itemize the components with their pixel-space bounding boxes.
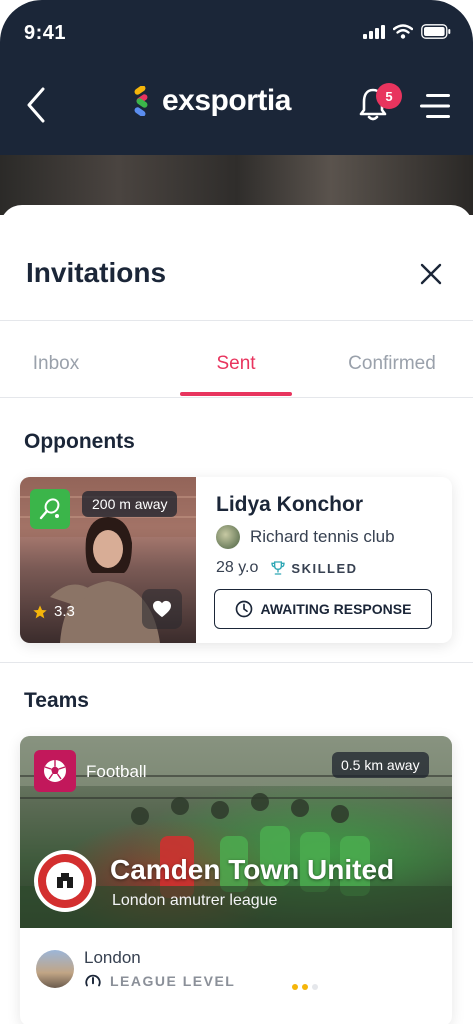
teams-heading: Teams (24, 689, 89, 712)
league-level-label: LEAGUE LEVEL (110, 973, 236, 989)
back-button[interactable] (18, 84, 54, 126)
league-level: LEAGUE LEVEL (84, 972, 235, 990)
opponent-distance: 200 m away (82, 491, 178, 517)
opponent-name: Lidya Konchor (216, 493, 364, 516)
skill-level: SKILLED (270, 560, 357, 576)
notification-badge: 5 (376, 83, 402, 109)
team-distance: 0.5 km away (332, 752, 429, 778)
menu-icon (420, 94, 450, 118)
clock-icon (235, 600, 252, 618)
favorite-button[interactable] (142, 589, 182, 629)
tab-inbox[interactable]: Inbox (0, 353, 112, 375)
app-logo: exsportia (134, 84, 291, 118)
heart-icon (153, 600, 171, 618)
awaiting-response-button[interactable]: AWAITING RESPONSE (214, 589, 432, 629)
team-city: London (84, 948, 141, 967)
wifi-icon (393, 24, 413, 39)
invitation-tabs: Inbox Sent Confirmed (0, 323, 473, 399)
status-time: 9:41 (24, 22, 67, 44)
team-location-row: London LEAGUE LEVEL (36, 948, 235, 990)
battery-icon (421, 24, 451, 39)
location-avatar (36, 950, 74, 988)
team-crest-icon (38, 854, 92, 908)
team-crest (34, 850, 96, 912)
close-button[interactable] (416, 259, 446, 289)
tennis-sport-chip (30, 489, 70, 529)
title-divider (0, 320, 473, 321)
signal-icon (363, 24, 385, 39)
menu-button[interactable] (418, 92, 452, 120)
tab-confirmed[interactable]: Confirmed (336, 353, 448, 375)
invitations-sheet: Invitations Inbox Sent Confirmed Opponen… (0, 205, 473, 1024)
location-text: London LEAGUE LEVEL (84, 948, 235, 990)
tennis-icon (39, 498, 60, 520)
opponent-rating: 3.3 (32, 603, 75, 620)
logo-text: exsportia (162, 84, 291, 117)
app-header: 9:41 exsportia 5 (0, 0, 473, 215)
rating-value: 3.3 (54, 603, 75, 620)
status-label: AWAITING RESPONSE (260, 601, 412, 617)
star-icon (33, 604, 47, 618)
gauge-icon (85, 974, 101, 987)
club-avatar (216, 525, 240, 549)
team-league: London amutrer league (112, 892, 278, 909)
section-divider (0, 662, 473, 663)
sheet-title: Invitations (26, 257, 167, 288)
opponent-card[interactable]: 200 m away 3.3 Lidya Konchor Richard ten… (20, 477, 452, 643)
level-dots (292, 984, 318, 990)
team-photo: Football 0.5 km away Camden Town United … (20, 736, 452, 928)
close-icon (420, 263, 442, 285)
club-row: Richard tennis club (216, 525, 395, 549)
team-card[interactable]: Football 0.5 km away Camden Town United … (20, 736, 452, 1024)
level-dot (302, 984, 308, 990)
team-sport-label: Football (86, 762, 147, 781)
football-icon (44, 760, 66, 782)
opponents-heading: Opponents (24, 430, 135, 453)
football-sport-chip (34, 750, 76, 792)
level-dot (292, 984, 298, 990)
tabs-divider (0, 397, 473, 398)
trophy-icon (271, 561, 286, 575)
back-arrow-icon (27, 87, 45, 123)
status-icons (363, 24, 451, 39)
age-skill-row: 28 y.o SKILLED (216, 559, 358, 577)
level-dot (312, 984, 318, 990)
club-name: Richard tennis club (250, 527, 395, 546)
active-tab-indicator (180, 392, 292, 396)
logo-mark-icon (134, 86, 148, 116)
tab-sent[interactable]: Sent (180, 353, 292, 375)
team-name: Camden Town United (110, 854, 395, 885)
skill-label: SKILLED (291, 560, 358, 576)
opponent-photo: 200 m away 3.3 (20, 477, 196, 643)
opponent-age: 28 y.o (216, 559, 259, 576)
